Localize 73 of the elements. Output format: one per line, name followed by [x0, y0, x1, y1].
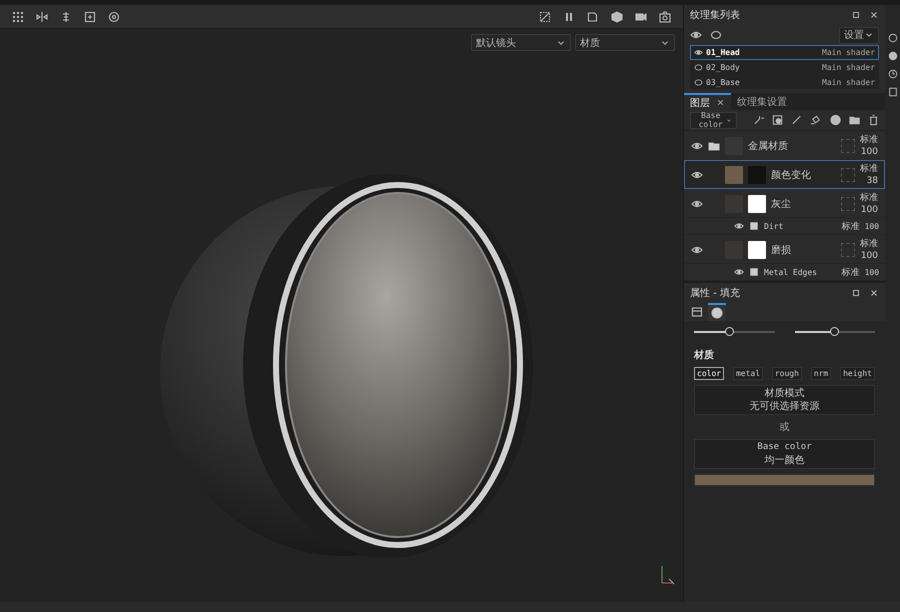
effect-item[interactable]: Dirt 标准 100	[684, 218, 886, 235]
mask-slot	[841, 138, 856, 152]
sphere-icon[interactable]	[711, 307, 724, 319]
grid-icon[interactable]	[12, 10, 24, 22]
axis-gizmo-icon	[659, 564, 676, 586]
opacity-value[interactable]: 100	[860, 146, 878, 158]
close-icon[interactable]	[869, 10, 880, 20]
mask-slot	[841, 242, 856, 256]
folder-icon[interactable]	[708, 140, 720, 152]
folder-icon[interactable]	[848, 114, 860, 126]
channel-button[interactable]: rough	[772, 367, 802, 380]
mask-slot	[841, 168, 856, 182]
mirror-icon[interactable]	[36, 10, 48, 22]
mask-thumbnail	[748, 194, 766, 212]
frame-icon[interactable]	[84, 10, 96, 22]
opacity-value[interactable]: 100	[860, 204, 878, 216]
settings-dropdown[interactable]: 设置	[839, 26, 880, 44]
close-icon[interactable]	[869, 288, 880, 298]
mask-icon[interactable]	[830, 114, 841, 126]
mask-slot	[841, 196, 856, 210]
shader-icon[interactable]	[888, 51, 898, 61]
view-mode-dropdown[interactable]: 材质	[575, 34, 676, 51]
blend-mode[interactable]: 标准	[860, 162, 878, 174]
blend-mode[interactable]: 标准	[860, 134, 878, 146]
effect-item[interactable]: Metal Edges 标准 100	[684, 264, 886, 281]
channel-dropdown[interactable]: Base color	[690, 112, 738, 128]
eye-icon[interactable]	[694, 48, 704, 57]
opacity-value[interactable]: 38	[866, 174, 878, 186]
opacity-value[interactable]: 100	[860, 250, 878, 262]
channel-button[interactable]: nrm	[810, 367, 832, 380]
eye-icon[interactable]	[734, 267, 744, 277]
camera-dropdown[interactable]: 默认镜头	[471, 34, 572, 51]
add-fill-icon[interactable]	[772, 114, 784, 126]
delete-icon[interactable]	[868, 114, 879, 126]
panel-title: 属性 - 填充	[690, 286, 741, 300]
or-label: 或	[780, 420, 790, 434]
eye-icon[interactable]	[690, 29, 702, 41]
properties-tab[interactable]	[708, 303, 726, 321]
history-icon[interactable]	[108, 10, 120, 22]
channel-button[interactable]: metal	[732, 367, 764, 380]
color-swatch[interactable]	[694, 474, 876, 486]
channel-button[interactable]: height	[840, 367, 875, 380]
section-title: 材质	[694, 348, 716, 362]
panel-title: 纹理集列表	[690, 8, 742, 22]
layer-item[interactable]: 颜色变化 标准 38	[684, 160, 886, 189]
mask-thumbnail	[748, 240, 766, 258]
pen-icon[interactable]	[791, 114, 802, 126]
texture-set-item[interactable]: 01_Head Main shader	[690, 45, 880, 60]
channel-button[interactable]: color	[694, 367, 724, 380]
screenshot-icon[interactable]	[659, 10, 672, 22]
hide-icon[interactable]	[539, 10, 552, 22]
effect-icon[interactable]	[749, 267, 760, 277]
base-color-field[interactable]: Base color 均一颜色	[694, 439, 876, 469]
layer-item[interactable]: 磨损 标准 100	[684, 235, 886, 264]
close-icon[interactable]	[716, 98, 726, 107]
blend-mode[interactable]: 标准	[860, 192, 878, 204]
texture-set-item[interactable]: 02_Body Main shader	[690, 60, 880, 75]
history-icon[interactable]	[888, 69, 898, 79]
camera-icon[interactable]	[635, 10, 648, 22]
layer-item[interactable]: 灰尘 标准 100	[684, 189, 886, 218]
eye-icon[interactable]	[734, 221, 744, 231]
cube-icon[interactable]	[611, 10, 624, 22]
panel-tab[interactable]: 图层	[684, 93, 732, 110]
settings-icon[interactable]	[691, 306, 704, 318]
layer-thumbnail	[725, 166, 744, 184]
undock-icon[interactable]	[851, 288, 862, 298]
visibility-icon[interactable]	[710, 29, 722, 41]
effect-icon[interactable]	[749, 221, 760, 231]
symmetry-icon[interactable]	[60, 10, 72, 22]
texture-set-item[interactable]: 03_Base Main shader	[690, 75, 880, 89]
undock-icon[interactable]	[851, 10, 862, 20]
blend-mode[interactable]: 标准	[860, 238, 878, 250]
material-mode-field[interactable]: 材质模式 无可供选择资源	[694, 385, 876, 415]
